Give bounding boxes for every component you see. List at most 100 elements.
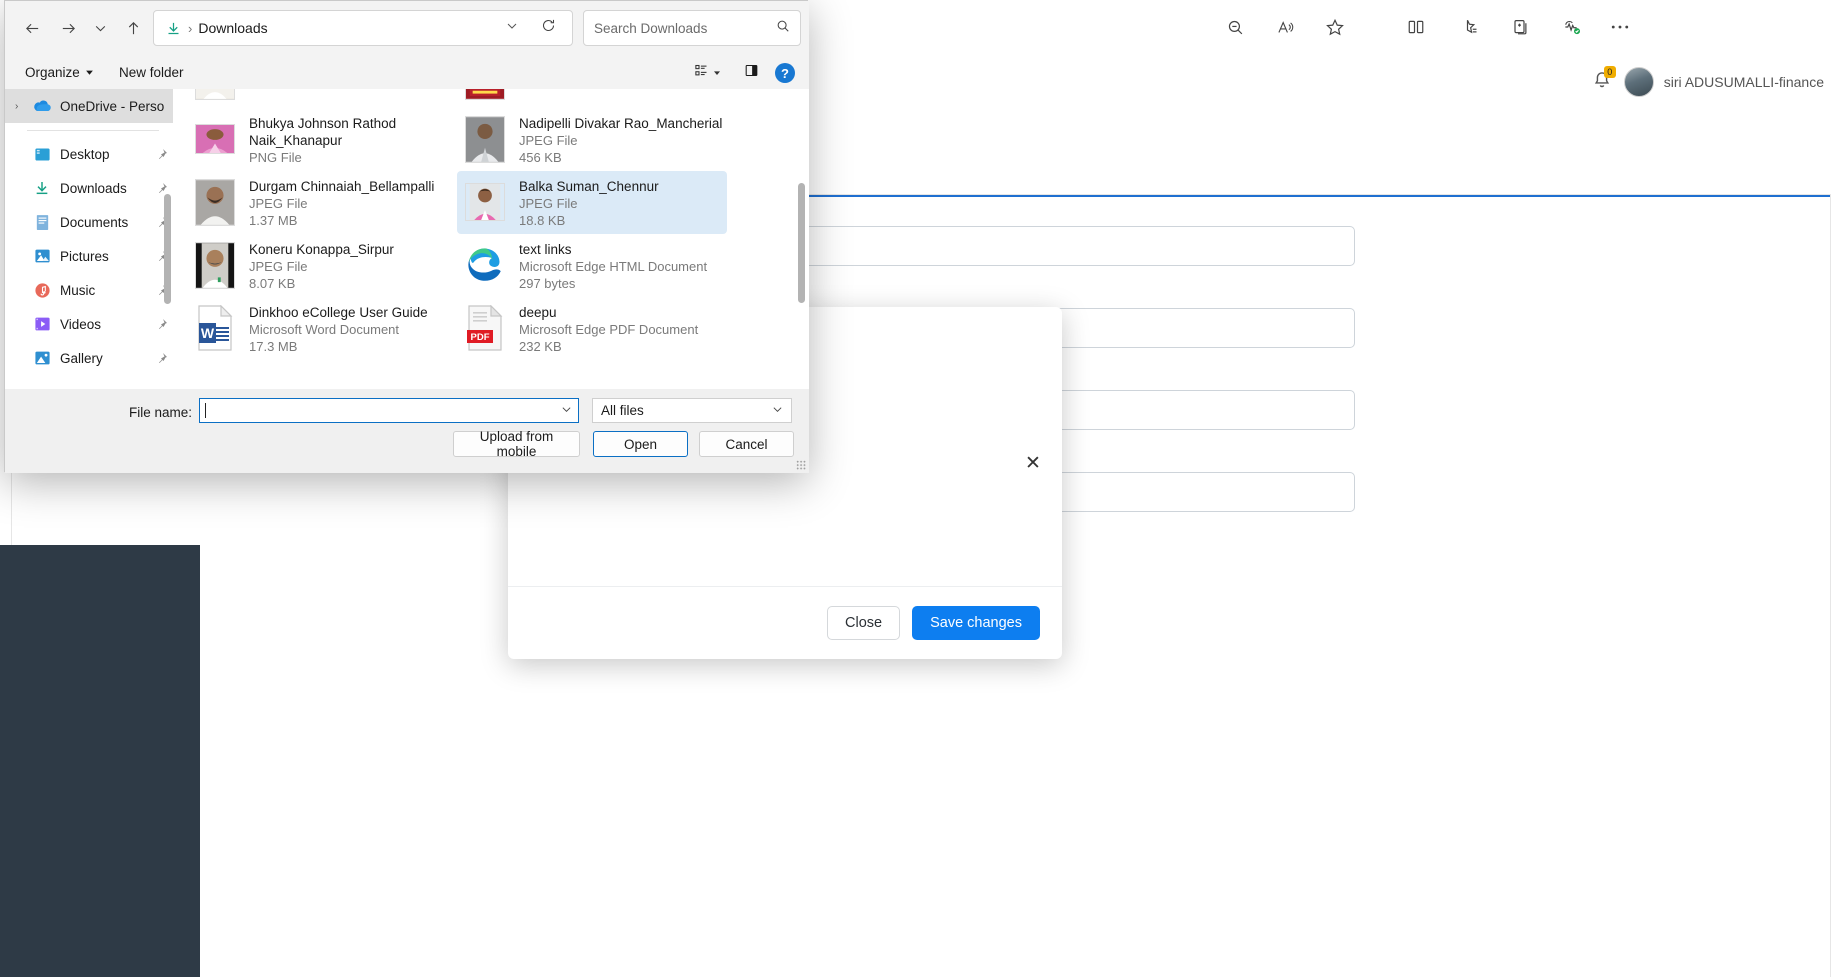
file-dialog-navbar: › Downloads Search Downloads [5,1,809,56]
word-icon: W [198,305,233,351]
chevron-right-icon[interactable]: › [15,101,31,112]
sidebar-item-pictures[interactable]: Pictures [5,239,173,273]
music-icon [31,280,53,300]
cancel-button[interactable]: Cancel [699,431,794,457]
browser-essentials-icon[interactable] [1557,12,1587,42]
sidebar-item-videos[interactable]: Videos [5,307,173,341]
collections-icon[interactable] [1506,12,1536,42]
list-item[interactable]: Nadipelli Divakar Rao_Mancherial JPEG Fi… [457,108,727,171]
chevron-down-icon[interactable] [506,19,518,37]
file-type: Microsoft Word Document [249,322,400,337]
sidebar-item-label: Videos [60,316,102,332]
open-button[interactable]: Open [593,431,688,457]
refresh-icon[interactable] [541,18,556,38]
user-area[interactable]: 0 siri ADUSUMALLI-finance [1592,66,1824,97]
sidebar-item-documents[interactable]: Documents [5,205,173,239]
chevron-down-icon[interactable] [772,403,783,418]
pin-icon[interactable] [151,148,173,160]
new-folder-button[interactable]: New folder [111,60,192,85]
modal-close-button[interactable]: Close [827,606,901,640]
text-caret [205,403,206,418]
file-thumbnail: W [193,303,237,353]
file-size: 18.8 KB [519,213,566,228]
pin-icon[interactable] [151,182,173,194]
file-size: 1.37 MB [249,213,298,228]
pin-icon[interactable] [151,318,173,330]
file-name: Balka Suman_Chennur [519,179,659,194]
file-name: Dinkhoo eCollege User Guide [249,305,428,320]
notifications-bell-icon[interactable]: 0 [1592,66,1616,94]
address-bar[interactable] [972,5,1532,49]
search-input[interactable]: Search Downloads [594,21,776,36]
list-item[interactable]: W Dinkhoo eCollege User Guide Microsoft … [187,297,457,360]
up-button[interactable] [120,15,146,41]
list-item[interactable]: Koneru Konappa_Sirpur JPEG File 8.07 KB [187,234,457,297]
pictures-icon [31,246,53,266]
modal-footer: Close Save changes [508,586,1062,659]
file-name-input[interactable] [199,398,579,423]
search-icon [776,19,790,38]
photo-man-pink2 [465,183,505,221]
zoom-out-icon[interactable] [1220,12,1250,42]
list-item[interactable]: JPG File 26.5 KB [187,89,457,108]
view-options-icon [694,63,709,83]
sidebar-scrollbar[interactable] [164,194,171,304]
file-size: 17.3 MB [249,339,298,354]
downloads-icon [31,178,53,198]
list-item[interactable]: JPEG File 13.2 KB [457,89,727,108]
help-button[interactable]: ? [775,61,795,85]
organize-label: Organize [25,65,80,80]
sidebar-item-desktop[interactable]: Desktop [5,137,173,171]
upload-from-mobile-button[interactable]: Upload from mobile [453,429,580,459]
avatar[interactable] [1623,67,1654,97]
back-button[interactable] [19,15,45,41]
read-aloud-icon[interactable] [1271,12,1301,42]
file-list-scrollbar[interactable] [798,183,805,303]
file-type: JPEG File [249,259,308,274]
file-thumbnail [463,240,507,290]
favorites-icon[interactable] [1454,12,1484,42]
modal-close-icon[interactable]: ✕ [1022,453,1044,475]
modal-save-changes-button[interactable]: Save changes [912,606,1040,640]
favorite-star-icon[interactable] [1320,12,1350,42]
sidebar-item-gallery[interactable]: Gallery [5,341,173,375]
videos-icon [31,314,53,334]
preview-pane-button[interactable] [744,61,759,85]
photo-poster [465,89,505,100]
file-dialog-commandbar: Organize New folder ? [5,56,809,89]
recent-locations-button[interactable] [87,15,113,41]
list-item[interactable]: Bhukya Johnson Rathod Naik_Khanapur PNG … [187,108,457,171]
sidebar-item-music[interactable]: Music [5,273,173,307]
view-options-button[interactable] [694,61,721,85]
forward-button[interactable] [55,15,81,41]
sidebar-item-downloads[interactable]: Downloads [5,171,173,205]
list-item[interactable]: Balka Suman_Chennur JPEG File 18.8 KB [457,171,727,234]
photo-man-pink [195,124,235,154]
sidebar-item-label: Documents [60,214,129,230]
sidebar-item-label: Desktop [60,146,110,162]
sidebar-item-label: Downloads [60,180,127,196]
breadcrumb-path[interactable]: Downloads [198,20,267,36]
gallery-icon [31,348,53,368]
file-name-label: File name: [129,405,193,420]
sidebar-divider [27,130,159,131]
downloads-icon [164,19,182,37]
file-thumbnail [463,114,507,164]
resize-grip[interactable] [796,460,806,470]
address-breadcrumb[interactable]: › Downloads [153,10,573,46]
organize-button[interactable]: Organize [17,60,102,85]
list-item[interactable]: text links Microsoft Edge HTML Document … [457,234,727,297]
list-item[interactable]: PDF deepu Microsoft Edge PDF Document 23… [457,297,727,360]
file-thumbnail [193,177,237,227]
list-item[interactable]: Durgam Chinnaiah_Bellampalli JPEG File 1… [187,171,457,234]
sidebar-item-onedrive[interactable]: › OneDrive - Perso [5,89,173,123]
file-type-filter-select[interactable]: All files [592,398,792,423]
pin-icon[interactable] [151,352,173,364]
split-screen-icon[interactable] [1401,12,1431,42]
chevron-down-icon[interactable] [561,402,572,420]
settings-more-icon[interactable] [1605,12,1635,42]
file-type: JPEG File [519,196,578,211]
search-box[interactable]: Search Downloads [583,10,801,46]
file-name: Koneru Konappa_Sirpur [249,242,394,257]
file-dialog-footer: File name: All files Upload from mobile … [5,389,809,473]
